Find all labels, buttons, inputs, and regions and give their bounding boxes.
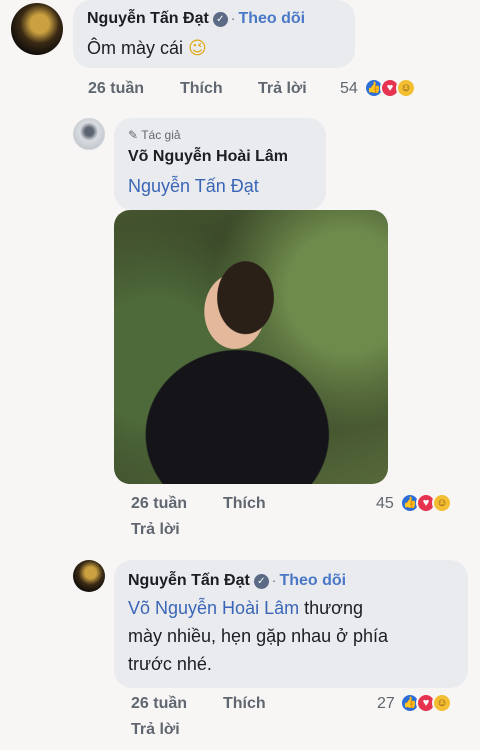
reaction-icons[interactable]: 👍 ♥ ☺ <box>400 493 460 515</box>
avatar[interactable] <box>73 118 105 150</box>
comment-text: Võ Nguyễn Hoài Lâm thương mày nhiều, hẹn… <box>128 594 458 678</box>
author-badge-label: Tác giả <box>141 128 181 142</box>
reaction-icons[interactable]: 👍 ♥ ☺ <box>400 693 460 715</box>
like-button[interactable]: Thích <box>223 495 266 513</box>
author-name[interactable]: Nguyễn Tấn Đạt <box>87 10 209 27</box>
care-icon: ☺ <box>432 493 452 513</box>
reaction-count[interactable]: 45 <box>376 495 394 513</box>
verified-check-icon: ✓ <box>253 574 269 589</box>
comment-bubble: Nguyễn Tấn Đạt ✓ · Theo dõi Ôm mày cái 😉 <box>73 0 355 68</box>
follow-button[interactable]: Theo dõi <box>238 10 305 27</box>
author-badge: ✎ Tác giả <box>128 128 181 142</box>
comment-text: Ôm mày cái 😉 <box>87 34 207 62</box>
comment-text-content: Ôm mày cái <box>87 38 184 58</box>
author-name[interactable]: Nguyễn Tấn Đạt <box>128 572 250 589</box>
mention-link[interactable]: Nguyễn Tấn Đạt <box>128 172 259 200</box>
mention-link[interactable]: Võ Nguyễn Hoài Lâm <box>128 598 299 618</box>
avatar[interactable] <box>11 3 63 55</box>
author-name[interactable]: Võ Nguyễn Hoài Lâm <box>128 148 288 166</box>
timestamp[interactable]: 26 tuần <box>131 495 187 513</box>
separator-dot: · <box>230 10 236 26</box>
comment-bubble: Nguyễn Tấn Đạt ✓ · Theo dõi Võ Nguyễn Hoài … <box>114 560 468 688</box>
reaction-count[interactable]: 27 <box>377 695 395 713</box>
timestamp[interactable]: 26 tuần <box>131 695 187 713</box>
comment-text-line: mày nhiều, hẹn gặp nhau ở phía <box>128 626 388 646</box>
like-button[interactable]: Thích <box>180 80 223 98</box>
comment-header: Nguyễn Tấn Đạt ✓ · Theo dõi <box>128 572 346 590</box>
reply-button[interactable]: Trả lời <box>258 80 307 98</box>
separator-dot: · <box>271 572 277 588</box>
reply-button[interactable]: Trả lời <box>131 521 180 539</box>
verified-check-icon: ✓ <box>212 12 228 27</box>
care-icon: ☺ <box>396 78 416 98</box>
comment-bubble: ✎ Tác giả Võ Nguyễn Hoài Lâm Nguyễn Tấn … <box>114 118 326 210</box>
timestamp[interactable]: 26 tuần <box>88 80 144 98</box>
wink-emoji-icon: 😉 <box>188 38 207 58</box>
avatar[interactable] <box>73 560 105 592</box>
reply-button[interactable]: Trả lời <box>131 721 180 739</box>
comment-actions: 26 tuần Thích Trả lời 45 👍 ♥ ☺ <box>131 492 471 542</box>
comment-actions: 26 tuần Thích Trả lời 54 👍 ♥ ☺ <box>88 78 448 102</box>
comment-header: Nguyễn Tấn Đạt ✓ · Theo dõi <box>87 10 305 28</box>
reaction-icons[interactable]: 👍 ♥ ☺ <box>364 78 424 100</box>
follow-button[interactable]: Theo dõi <box>279 572 346 589</box>
comment-text-line: trước nhé. <box>128 654 212 674</box>
pencil-icon: ✎ <box>128 128 139 142</box>
comment-text-line: thương <box>304 598 364 618</box>
like-button[interactable]: Thích <box>223 695 266 713</box>
care-icon: ☺ <box>432 693 452 713</box>
comment-actions: 26 tuần Thích Trả lời 27 👍 ♥ ☺ <box>131 692 471 744</box>
reaction-count[interactable]: 54 <box>340 80 358 98</box>
comment-photo[interactable] <box>114 210 388 484</box>
